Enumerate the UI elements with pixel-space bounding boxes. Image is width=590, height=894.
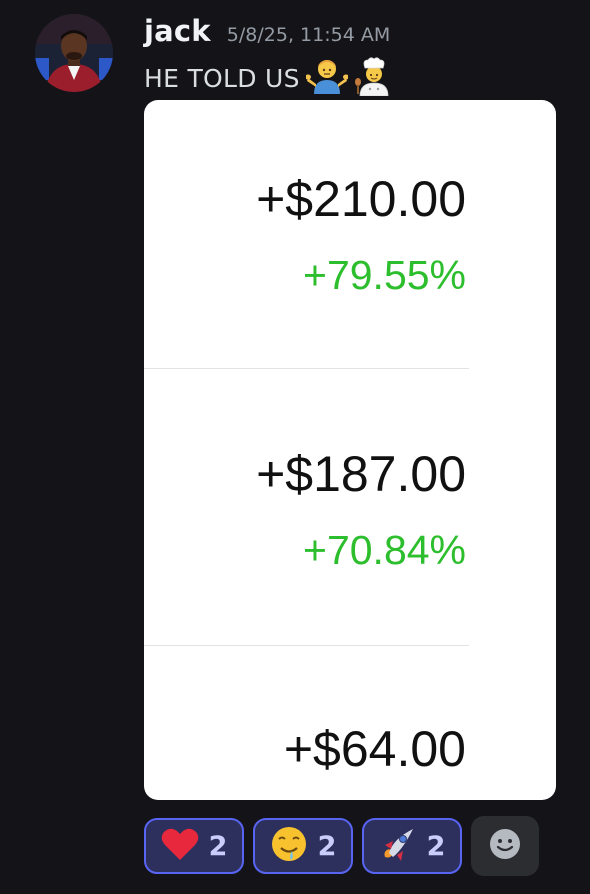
message-text: HE TOLD US <box>144 63 300 93</box>
cook-emoji-icon <box>354 56 394 100</box>
smiley-add-icon <box>488 827 522 865</box>
image-attachment[interactable]: +$210.00 +79.55% +$187.00 +70.84% +$64.0… <box>144 100 556 800</box>
drooling-face-icon <box>270 825 308 867</box>
rocket-icon <box>379 825 417 867</box>
avatar-image <box>35 14 113 92</box>
avatar[interactable] <box>35 14 113 92</box>
chat-message: jack 5/8/25, 11:54 AM HE TOLD US +$210.0… <box>0 0 590 894</box>
gain-percent: +70.84% <box>303 527 466 573</box>
message-header: jack 5/8/25, 11:54 AM <box>144 14 390 54</box>
man-shrugging-emoji-icon <box>304 56 349 100</box>
reaction-count: 2 <box>208 830 228 862</box>
username[interactable]: jack <box>144 14 211 48</box>
reaction-bar: 2 2 2 <box>144 816 539 876</box>
add-reaction-button[interactable] <box>471 816 539 876</box>
gain-amount: +$210.00 <box>256 171 466 227</box>
reaction-count: 2 <box>426 830 446 862</box>
row-divider <box>144 645 469 646</box>
gain-amount: +$64.00 <box>283 721 466 777</box>
reaction-heart[interactable]: 2 <box>144 818 244 874</box>
reaction-count: 2 <box>317 830 337 862</box>
timestamp: 5/8/25, 11:54 AM <box>226 24 391 46</box>
row-divider <box>144 368 469 369</box>
gain-amount: +$187.00 <box>256 446 466 502</box>
reaction-drooling-face[interactable]: 2 <box>253 818 353 874</box>
gain-percent: +79.55% <box>303 252 466 298</box>
heart-icon <box>161 827 199 865</box>
message-text-line: HE TOLD US <box>144 56 394 100</box>
reaction-rocket[interactable]: 2 <box>362 818 462 874</box>
